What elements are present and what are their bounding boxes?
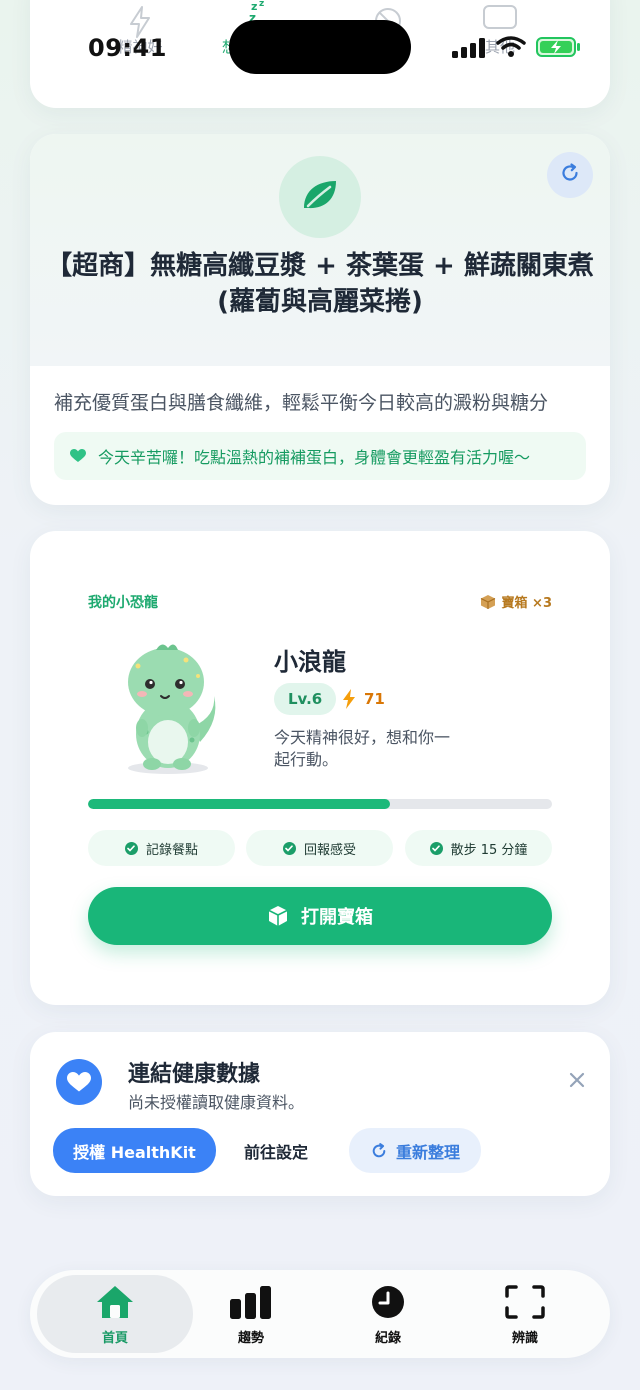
- dino-name: 小浪龍: [274, 648, 346, 676]
- scan-icon: [475, 1284, 575, 1320]
- tab-records[interactable]: 紀錄: [338, 1284, 438, 1346]
- meal-title-line: (蘿蔔與高麗菜捲): [217, 287, 423, 317]
- meal-header: 【超商】無糖高纖豆漿 + 茶葉蛋 + 鮮蔬關東煮 (蘿蔔與高麗菜捲): [30, 134, 610, 366]
- check-icon: [429, 841, 443, 855]
- lightning-icon: [342, 689, 356, 709]
- leaf-icon: [300, 178, 340, 216]
- task-label: 記錄餐點: [145, 842, 198, 858]
- open-chest-label: 打開寶箱: [301, 907, 373, 928]
- task-chip[interactable]: 回報感受: [246, 830, 393, 866]
- check-icon: [282, 841, 296, 855]
- clock-icon: [338, 1284, 438, 1320]
- health-subtitle: 尚未授權讀取健康資料。: [128, 1093, 305, 1112]
- tab-scan[interactable]: 辨識: [475, 1284, 575, 1346]
- health-heart-badge: [56, 1059, 102, 1105]
- status-time: 09:41: [88, 34, 167, 62]
- task-label: 散步 15 分鐘: [450, 842, 528, 858]
- energy-value: 71: [364, 690, 385, 708]
- box-icon: [480, 594, 496, 610]
- dino-progress-bar: [88, 799, 552, 809]
- task-label: 回報感受: [303, 842, 356, 858]
- dynamic-island: [229, 20, 411, 74]
- health-connect-card: 連結健康數據 尚未授權讀取健康資料。 授權 HealthKit 前往設定 重新整…: [30, 1032, 610, 1196]
- tab-label: 辨識: [511, 1331, 538, 1346]
- task-chip[interactable]: 散步 15 分鐘: [405, 830, 552, 866]
- tab-home[interactable]: 首頁: [65, 1284, 165, 1346]
- wifi-icon: [496, 36, 526, 62]
- meal-suggestion-card: 【超商】無糖高纖豆漿 + 茶葉蛋 + 鮮蔬關東煮 (蘿蔔與高麗菜捲) 補充優質蛋…: [30, 134, 610, 505]
- dino-section-label: 我的小恐龍: [88, 595, 158, 611]
- meal-tip-banner: 今天辛苦囉！吃點溫熱的補補蛋白，身體會更輕盈有活力喔～: [54, 432, 586, 480]
- reload-label: 重新整理: [395, 1142, 460, 1162]
- go-to-settings-button[interactable]: 前往設定: [244, 1128, 308, 1173]
- heart-icon: [70, 449, 86, 463]
- dino-avatar[interactable]: [116, 636, 226, 776]
- bar-chart-icon: [201, 1284, 301, 1320]
- meal-tip-text: 今天辛苦囉！吃點溫熱的補補蛋白，身體會更輕盈有活力喔～: [98, 448, 531, 467]
- reload-button[interactable]: 重新整理: [349, 1128, 481, 1173]
- battery-icon: [536, 37, 582, 61]
- energy-indicator: 71: [342, 689, 385, 709]
- status-bar: 09:41: [0, 0, 640, 90]
- refresh-icon: [559, 162, 581, 188]
- bottom-tab-bar: 首頁 趨勢 紀錄 辨識: [30, 1270, 610, 1358]
- tab-label: 首頁: [101, 1331, 128, 1346]
- meal-title-line: 【超商】無糖高纖豆漿 + 茶葉蛋 + 鮮蔬關東煮: [46, 251, 594, 281]
- close-icon[interactable]: [568, 1070, 586, 1095]
- leaf-badge: [279, 156, 361, 238]
- tab-label: 紀錄: [374, 1331, 401, 1346]
- signal-icon: [452, 38, 486, 62]
- refresh-button[interactable]: [547, 152, 593, 198]
- dino-message: 今天精神很好，想和你一起行動。: [274, 728, 451, 769]
- heart-icon: [67, 1071, 91, 1093]
- dino-progress-fill: [88, 799, 390, 809]
- authorize-healthkit-button[interactable]: 授權 HealthKit: [53, 1128, 216, 1173]
- tab-trends[interactable]: 趨勢: [201, 1284, 301, 1346]
- meal-title: 【超商】無糖高纖豆漿 + 茶葉蛋 + 鮮蔬關東煮 (蘿蔔與高麗菜捲): [30, 248, 610, 320]
- check-icon: [124, 841, 138, 855]
- chest-count-label: 寶箱 ×3: [501, 596, 552, 611]
- tab-label: 趨勢: [237, 1331, 264, 1346]
- level-badge: Lv.6: [274, 683, 337, 715]
- task-chip[interactable]: 記錄餐點: [88, 830, 235, 866]
- chest-count[interactable]: 寶箱 ×3: [480, 592, 552, 611]
- home-icon: [65, 1284, 165, 1320]
- health-title: 連結健康數據: [128, 1062, 261, 1087]
- box-icon: [267, 905, 289, 927]
- open-chest-button[interactable]: 打開寶箱: [88, 887, 552, 945]
- meal-description: 補充優質蛋白與膳食纖維，輕鬆平衡今日較高的澱粉與糖分: [54, 392, 549, 414]
- refresh-icon: [370, 1142, 388, 1160]
- dino-companion-card: 我的小恐龍 寶箱 ×3 小浪龍 Lv.6 71 今天精神很好，想和你一起行動。 …: [30, 531, 610, 1005]
